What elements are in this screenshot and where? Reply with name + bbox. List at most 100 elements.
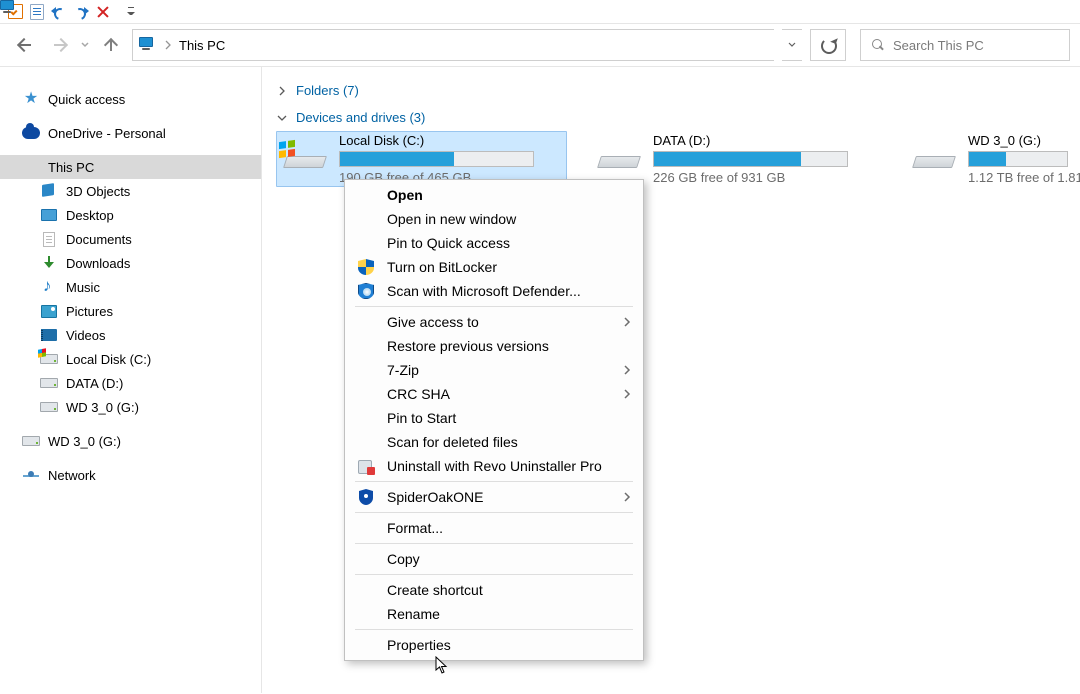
forward-button[interactable] (48, 30, 72, 60)
qat-delete-icon[interactable] (92, 1, 114, 23)
sidebar-item-this-pc[interactable]: This PC (0, 155, 261, 179)
menu-item-7zip[interactable]: 7-Zip (345, 358, 643, 382)
desktop-icon (40, 207, 58, 223)
drive-name: WD 3_0 (G:) (968, 133, 1062, 148)
navigation-pane: ★ Quick access OneDrive - Personal This … (0, 67, 262, 693)
up-button[interactable] (98, 30, 124, 60)
menu-item-rename[interactable]: Rename (345, 602, 643, 626)
qat-redo-icon[interactable] (70, 1, 92, 23)
this-pc-icon (22, 159, 40, 175)
group-header-drives[interactable]: Devices and drives (3) (276, 106, 1066, 129)
menu-item-crc-sha[interactable]: CRC SHA (345, 382, 643, 406)
address-bar-history-chevron[interactable] (782, 29, 802, 61)
drive-card-g[interactable]: WD 3_0 (G:) 1.12 TB free of 1.81 TB (906, 131, 1066, 187)
qat-properties-icon[interactable] (26, 1, 48, 23)
drive-icon (281, 136, 327, 182)
videos-icon (40, 327, 58, 343)
menu-item-properties[interactable]: Properties (345, 633, 643, 657)
sidebar-item-3d-objects[interactable]: 3D Objects (0, 179, 261, 203)
recent-locations-dropdown[interactable] (80, 37, 90, 53)
sidebar-label: 3D Objects (66, 184, 130, 199)
sidebar-label: Music (66, 280, 100, 295)
menu-item-copy[interactable]: Copy (345, 547, 643, 571)
chevron-right-icon (623, 316, 631, 328)
bitlocker-shield-icon (357, 258, 375, 276)
sidebar-item-music[interactable]: ♪ Music (0, 275, 261, 299)
back-button[interactable] (10, 30, 40, 60)
storage-bar (339, 151, 534, 167)
star-icon: ★ (22, 91, 40, 107)
menu-item-pin-start[interactable]: Pin to Start (345, 406, 643, 430)
search-icon (869, 37, 885, 53)
menu-item-restore-versions[interactable]: Restore previous versions (345, 334, 643, 358)
sidebar-label: Videos (66, 328, 106, 343)
menu-item-create-shortcut[interactable]: Create shortcut (345, 578, 643, 602)
chevron-right-icon (623, 491, 631, 503)
drive-icon (595, 136, 641, 182)
menu-item-spideroak[interactable]: SpiderOakONE (345, 485, 643, 509)
pictures-icon (40, 303, 58, 319)
3d-objects-icon (40, 183, 58, 199)
qat-customize-dropdown[interactable] (120, 1, 142, 23)
drive-name: Local Disk (C:) (339, 133, 562, 148)
onedrive-icon (22, 125, 40, 141)
chevron-right-icon (276, 85, 288, 97)
sidebar-label: This PC (48, 160, 94, 175)
menu-item-defender[interactable]: Scan with Microsoft Defender... (345, 279, 643, 303)
breadcrumb-chevron-icon[interactable] (163, 38, 173, 52)
sidebar-label: DATA (D:) (66, 376, 123, 391)
sidebar-item-quick-access[interactable]: ★ Quick access (0, 87, 261, 111)
sidebar-label: Pictures (66, 304, 113, 319)
drive-free-text: 226 GB free of 931 GB (653, 170, 878, 185)
group-label: Devices and drives (3) (296, 110, 425, 125)
drive-free-text: 1.12 TB free of 1.81 TB (968, 170, 1062, 185)
drive-icon (910, 136, 956, 182)
sidebar-item-downloads[interactable]: Downloads (0, 251, 261, 275)
documents-icon (40, 231, 58, 247)
network-icon (22, 467, 40, 483)
search-placeholder: Search This PC (893, 38, 984, 53)
sidebar-label: WD 3_0 (G:) (48, 434, 121, 449)
sidebar-item-wd-g[interactable]: WD 3_0 (G:) (0, 395, 261, 419)
qat-undo-icon[interactable] (48, 1, 70, 23)
sidebar-label: Network (48, 468, 96, 483)
menu-item-pin-quick-access[interactable]: Pin to Quick access (345, 231, 643, 255)
revo-icon (357, 457, 375, 475)
group-header-folders[interactable]: Folders (7) (276, 79, 1066, 102)
menu-item-revo[interactable]: Uninstall with Revo Uninstaller Pro (345, 454, 643, 478)
search-box[interactable]: Search This PC (860, 29, 1070, 61)
menu-item-bitlocker[interactable]: Turn on BitLocker (345, 255, 643, 279)
breadcrumb-location[interactable]: This PC (179, 38, 225, 53)
sidebar-item-wd-detached[interactable]: WD 3_0 (G:) (0, 429, 261, 453)
sidebar-label: WD 3_0 (G:) (66, 400, 139, 415)
address-bar-row: This PC Search This PC (0, 24, 1080, 66)
menu-item-open-new-window[interactable]: Open in new window (345, 207, 643, 231)
sidebar-item-pictures[interactable]: Pictures (0, 299, 261, 323)
chevron-right-icon (623, 388, 631, 400)
sidebar-item-videos[interactable]: Videos (0, 323, 261, 347)
sidebar-label: Downloads (66, 256, 130, 271)
music-icon: ♪ (40, 279, 58, 295)
quick-access-toolbar (0, 0, 1080, 24)
menu-item-format[interactable]: Format... (345, 516, 643, 540)
drive-icon (40, 351, 58, 367)
sidebar-item-onedrive[interactable]: OneDrive - Personal (0, 121, 261, 145)
sidebar-item-local-disk-c[interactable]: Local Disk (C:) (0, 347, 261, 371)
file-explorer-window: This PC Search This PC ★ Quick access On… (0, 0, 1080, 694)
refresh-button[interactable] (810, 29, 846, 61)
menu-item-scan-deleted[interactable]: Scan for deleted files (345, 430, 643, 454)
group-label: Folders (7) (296, 83, 359, 98)
address-bar[interactable]: This PC (132, 29, 774, 61)
menu-item-give-access[interactable]: Give access to (345, 310, 643, 334)
sidebar-item-desktop[interactable]: Desktop (0, 203, 261, 227)
sidebar-label: Local Disk (C:) (66, 352, 151, 367)
sidebar-item-documents[interactable]: Documents (0, 227, 261, 251)
sidebar-label: Desktop (66, 208, 114, 223)
sidebar-item-network[interactable]: Network (0, 463, 261, 487)
sidebar-label: OneDrive - Personal (48, 126, 166, 141)
sidebar-label: Documents (66, 232, 132, 247)
drive-icon (22, 433, 40, 449)
sidebar-item-data-d[interactable]: DATA (D:) (0, 371, 261, 395)
menu-item-open[interactable]: Open (345, 183, 643, 207)
downloads-icon (40, 255, 58, 271)
